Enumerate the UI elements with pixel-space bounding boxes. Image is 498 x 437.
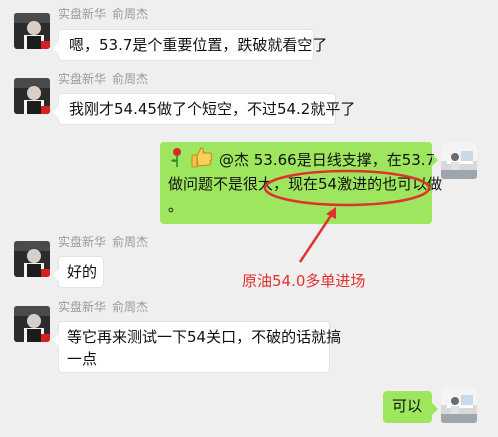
sender-info: 实盘新华 俞周杰 [58, 7, 154, 21]
message-text: 可以 [392, 397, 423, 415]
message-bubble[interactable]: 好的 [53, 256, 104, 288]
sender-info: 实盘新华 俞周杰 [58, 235, 154, 249]
sender-remark: 俞周杰 [112, 72, 149, 86]
message-text: 。 [168, 197, 184, 215]
message-bubble[interactable]: 我刚才54.45做了个短空，不过54.2就平了 [53, 93, 356, 125]
sender-remark: 俞周杰 [112, 235, 149, 249]
sender-name: 实盘新华 [58, 235, 107, 249]
avatar[interactable] [441, 143, 477, 179]
avatar[interactable] [441, 387, 477, 423]
rose-icon [168, 147, 186, 173]
avatar[interactable] [14, 306, 50, 342]
message-bubble[interactable]: 等它再来测试一下54关口，不破的话就搞 一点 [53, 321, 342, 373]
sender-remark: 俞周杰 [112, 7, 149, 21]
sender-name: 实盘新华 [58, 300, 107, 314]
message-text: 一点 [67, 350, 98, 368]
sender-name: 实盘新华 [58, 7, 107, 21]
avatar[interactable] [14, 241, 50, 277]
sender-remark: 俞周杰 [112, 300, 149, 314]
thumbs-up-icon [190, 146, 214, 174]
chat-window: 实盘新华 俞周杰 嗯，53.7是个重要位置，跌破就看空了 实盘新华 俞周杰 我刚才5… [0, 0, 498, 437]
message-text: 好的 [67, 263, 98, 281]
message-text: 我刚才54.45做了个短空，不过54.2就平了 [69, 100, 356, 118]
message-bubble[interactable]: 嗯，53.7是个重要位置，跌破就看空了 [53, 29, 328, 61]
message-text: 做问题不是很大，现在54激进的也可以做 [168, 175, 443, 193]
message-bubble[interactable]: 可以 [383, 391, 438, 423]
sender-info: 实盘新华 俞周杰 [58, 72, 154, 86]
annotation-label: 原油54.0多单进场 [242, 272, 366, 290]
sender-name: 实盘新华 [58, 72, 107, 86]
avatar[interactable] [14, 13, 50, 49]
message-text: @杰 53.66是日线支撑，在53.7 [219, 151, 436, 169]
message-bubble[interactable]: @杰 53.66是日线支撑，在53.7 做问题不是很大，现在54激进的也可以做 … [160, 142, 443, 224]
message-text: 等它再来测试一下54关口，不破的话就搞 [67, 328, 342, 346]
sender-info: 实盘新华 俞周杰 [58, 300, 154, 314]
avatar[interactable] [14, 78, 50, 114]
message-text: 嗯，53.7是个重要位置，跌破就看空了 [69, 36, 328, 54]
